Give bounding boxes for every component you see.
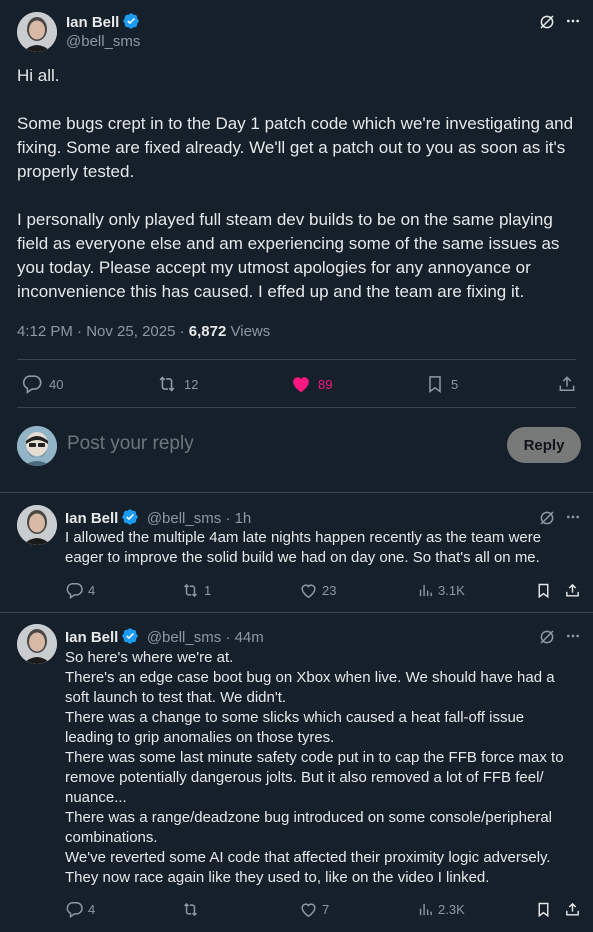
- repost-icon: [184, 583, 197, 598]
- reply-button[interactable]: 4: [65, 900, 95, 919]
- bookmark-count: 5: [451, 376, 459, 392]
- reply-author-handle[interactable]: @bell_sms: [147, 629, 221, 646]
- reply-input[interactable]: Post your reply: [67, 433, 194, 455]
- repost-count: 12: [184, 376, 199, 392]
- views-label: Views: [230, 323, 271, 340]
- repost-button[interactable]: [181, 900, 204, 919]
- reply-line: leading to grip anomalies on those tyres…: [65, 729, 335, 746]
- reply-line: combinations.: [65, 829, 158, 846]
- reply-age[interactable]: 44m: [235, 629, 264, 646]
- views-count: 2.3K: [438, 902, 465, 917]
- verified-badge-icon: [122, 509, 139, 525]
- reply-line: There was a change to some slicks which …: [65, 709, 525, 726]
- more-options-icon[interactable]: [565, 509, 581, 530]
- bookmark-icon: [538, 583, 549, 599]
- reply-line: nuance...: [65, 789, 127, 806]
- reply-line: There was a range/deadzone bug introduce…: [65, 809, 552, 826]
- reply-body: I allowed the multiple 4am late nights h…: [65, 528, 585, 568]
- divider: [0, 492, 593, 493]
- repost-icon: [184, 902, 197, 917]
- views-button[interactable]: 3.1K: [417, 581, 465, 600]
- tweet-date[interactable]: Nov 25, 2025: [86, 323, 175, 340]
- reply-count: 4: [88, 902, 96, 917]
- repost-button[interactable]: 12: [156, 373, 198, 395]
- reply-body: So here's where we're at. There's an edg…: [65, 648, 585, 888]
- share-icon: [559, 376, 575, 391]
- like-button[interactable]: 89: [290, 373, 332, 395]
- reply-author-avatar[interactable]: [17, 505, 57, 545]
- heart-icon: [301, 584, 316, 599]
- reply-count: 4: [88, 583, 96, 598]
- views-button[interactable]: 2.3K: [417, 900, 465, 919]
- author-name-row[interactable]: Ian Bell: [66, 12, 140, 31]
- like-button[interactable]: 7: [299, 900, 329, 919]
- author-handle[interactable]: @bell_sms: [66, 33, 140, 50]
- repost-count: 1: [204, 583, 212, 598]
- reply-author-avatar[interactable]: [17, 624, 57, 664]
- reply-count: 40: [49, 376, 64, 392]
- repost-icon: [159, 376, 175, 392]
- views-count: 6,872: [188, 323, 227, 340]
- grok-icon[interactable]: [538, 13, 556, 36]
- reply-header: Ian Bell @bell_sms · 44m: [65, 628, 264, 646]
- author-name[interactable]: Ian Bell: [66, 14, 119, 31]
- reply-submit-button[interactable]: Reply: [507, 427, 581, 463]
- reply-age[interactable]: 1h: [235, 510, 252, 527]
- reply-header: Ian Bell @bell_sms · 1h: [65, 509, 252, 527]
- share-button[interactable]: [557, 373, 577, 395]
- share-button[interactable]: [564, 581, 581, 600]
- reply-icon: [66, 583, 83, 600]
- bookmark-button[interactable]: 5: [425, 373, 458, 395]
- more-options-icon[interactable]: [565, 13, 581, 34]
- reply-line: There's an edge case boot bug on Xbox wh…: [65, 669, 555, 686]
- verified-badge-icon: [122, 628, 139, 644]
- reply-line: I allowed the multiple 4am late nights h…: [65, 529, 542, 546]
- bookmark-icon: [429, 376, 441, 393]
- verified-badge-icon: [123, 13, 140, 29]
- more-options-icon[interactable]: [565, 628, 581, 649]
- reply-line: remove potentially dangerous jolts. But …: [65, 769, 544, 786]
- reply-author-name[interactable]: Ian Bell: [65, 629, 118, 646]
- views-count: 3.1K: [438, 583, 465, 598]
- like-count: 7: [322, 902, 330, 917]
- bookmark-icon: [538, 902, 549, 918]
- reply-line: soft launch to test that. We didn't.: [65, 689, 287, 706]
- like-button[interactable]: 23: [299, 581, 336, 600]
- reply-icon: [22, 375, 42, 394]
- tweet-body: Hi all. Some bugs crept in to the Day 1 …: [17, 64, 581, 304]
- bookmark-button[interactable]: [535, 581, 552, 600]
- divider: [17, 407, 576, 408]
- share-button[interactable]: [564, 900, 581, 919]
- tweet-paragraph: I personally only played full steam dev …: [17, 210, 560, 301]
- my-avatar[interactable]: [17, 426, 57, 466]
- tweet-paragraph: Hi all.: [17, 66, 60, 85]
- like-count: 23: [322, 583, 337, 598]
- divider: [17, 359, 576, 360]
- reply-line: They now race again like they used to, l…: [65, 869, 490, 886]
- heart-filled-icon: [293, 377, 309, 393]
- reply-line: We've reverted some AI code that affecte…: [65, 849, 551, 866]
- reply-author-handle[interactable]: @bell_sms: [147, 510, 221, 527]
- author-avatar[interactable]: [17, 12, 57, 52]
- tweet-paragraph: Some bugs crept in to the Day 1 patch co…: [17, 114, 574, 181]
- reply-author-name[interactable]: Ian Bell: [65, 510, 118, 527]
- like-count: 89: [318, 376, 333, 392]
- tweet-time[interactable]: 4:12 PM: [17, 323, 73, 340]
- reply-button[interactable]: 4: [65, 581, 95, 600]
- reply-line: eager to improve the solid build we had …: [65, 549, 540, 566]
- share-icon: [566, 902, 579, 916]
- analytics-icon: [419, 584, 432, 597]
- reply-line: So here's where we're at.: [65, 649, 234, 666]
- tweet-meta: 4:12 PM · Nov 25, 2025 · 6,872 Views: [17, 323, 271, 340]
- bookmark-button[interactable]: [535, 900, 552, 919]
- reply-icon: [66, 902, 83, 919]
- reply-line: There was some last minute safety code p…: [65, 749, 564, 766]
- heart-icon: [301, 903, 316, 918]
- repost-button[interactable]: 1: [181, 581, 211, 600]
- divider: [0, 612, 593, 613]
- analytics-icon: [419, 903, 432, 916]
- share-icon: [566, 583, 579, 597]
- reply-button[interactable]: 40: [21, 373, 63, 395]
